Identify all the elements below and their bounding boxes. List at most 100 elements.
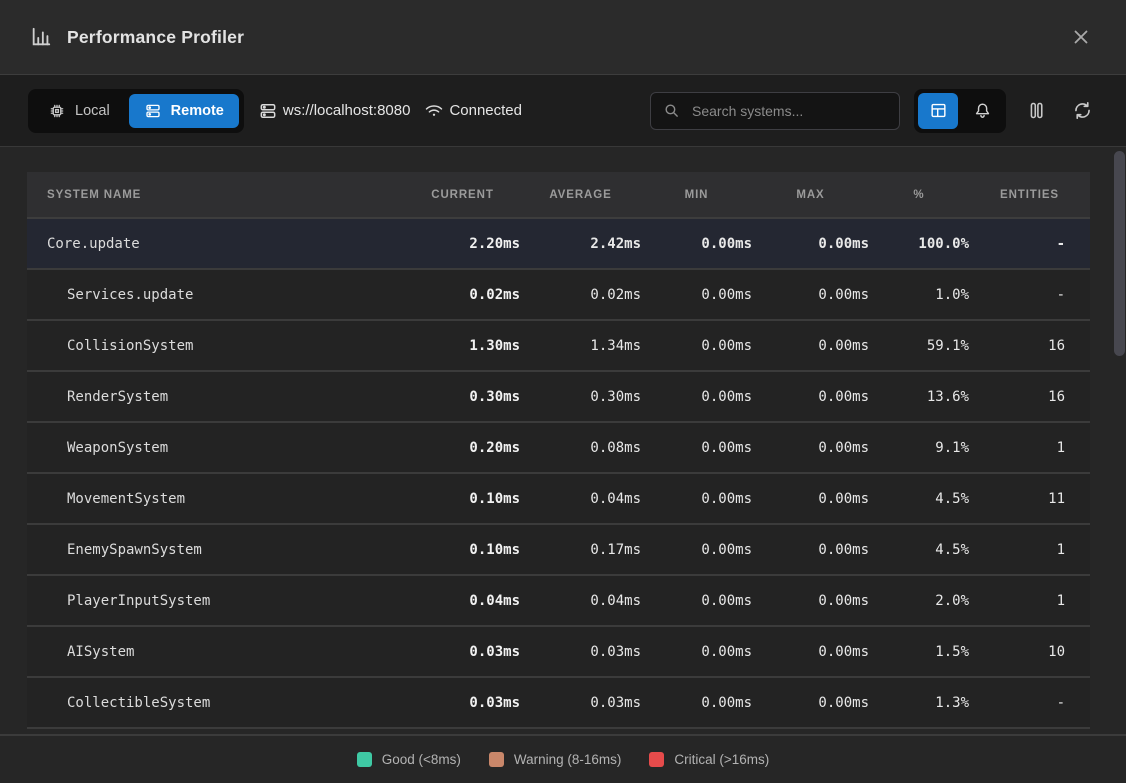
table-view-button[interactable] [918,93,958,129]
refresh-icon [1072,100,1093,121]
cell-min: 0.00ms [641,491,752,507]
pause-icon [1026,100,1047,121]
cell-percent: 59.1% [869,338,969,354]
cell-max: 0.00ms [752,287,869,303]
column-header-max: MAX [752,189,869,201]
cell-max: 0.00ms [752,338,869,354]
table-row[interactable]: Core.update 2.20ms 2.42ms 0.00ms 0.00ms … [27,219,1090,270]
table-body: Core.update 2.20ms 2.42ms 0.00ms 0.00ms … [27,219,1090,729]
cell-system-name: AISystem [27,644,405,660]
cell-system-name: PlayerInputSystem [27,593,405,609]
cell-min: 0.00ms [641,287,752,303]
wifi-icon [424,101,444,121]
table-header-row: SYSTEM NAME CURRENT AVERAGE MIN MAX % EN… [27,172,1090,219]
cell-percent: 9.1% [869,440,969,456]
cell-average: 0.08ms [520,440,641,456]
bell-icon [973,101,992,120]
cell-system-name: Core.update [27,236,405,252]
cell-average: 1.34ms [520,338,641,354]
cell-entities: 16 [969,338,1090,354]
cell-entities: 16 [969,389,1090,405]
performance-profiler-window: Performance Profiler Local [0,0,1126,783]
cell-current: 0.02ms [405,287,520,303]
legend-color-swatch [489,752,504,767]
cell-current: 0.10ms [405,542,520,558]
local-mode-label: Local [75,103,110,119]
cell-min: 0.00ms [641,338,752,354]
cell-current: 0.03ms [405,644,520,660]
cell-min: 0.00ms [641,236,752,252]
cell-system-name: Services.update [27,287,405,303]
close-button[interactable] [1066,22,1096,52]
cell-max: 0.00ms [752,644,869,660]
cell-entities: - [969,695,1090,711]
cell-entities: - [969,287,1090,303]
close-icon [1070,26,1092,48]
cell-system-name: WeaponSystem [27,440,405,456]
connection-status-label: Connected [449,102,522,119]
legend-color-swatch [357,752,372,767]
cell-average: 0.03ms [520,644,641,660]
table-layout-icon [929,101,948,120]
cell-system-name: EnemySpawnSystem [27,542,405,558]
vertical-scrollbar[interactable] [1114,149,1125,733]
table-row[interactable]: PlayerInputSystem 0.04ms 0.04ms 0.00ms 0… [27,576,1090,627]
remote-mode-button[interactable]: Remote [129,94,239,128]
cell-current: 1.30ms [405,338,520,354]
column-header-average: AVERAGE [520,189,641,201]
legend-item: Warning (8-16ms) [489,752,622,767]
cell-current: 0.03ms [405,695,520,711]
local-mode-button[interactable]: Local [33,94,125,128]
cell-min: 0.00ms [641,389,752,405]
column-header-entities: ENTITIES [969,189,1090,201]
cell-entities: 11 [969,491,1090,507]
alerts-button[interactable] [962,93,1002,129]
cell-current: 0.04ms [405,593,520,609]
mode-switch: Local Remote [28,89,244,133]
scrollbar-thumb[interactable] [1114,151,1125,356]
legend-bar: Good (<8ms) Warning (8-16ms) Critical (>… [0,734,1126,783]
column-header-min: MIN [641,189,752,201]
table-row[interactable]: EnemySpawnSystem 0.10ms 0.17ms 0.00ms 0.… [27,525,1090,576]
table-row[interactable]: MovementSystem 0.10ms 0.04ms 0.00ms 0.00… [27,474,1090,525]
cell-max: 0.00ms [752,695,869,711]
table-row[interactable]: WeaponSystem 0.20ms 0.08ms 0.00ms 0.00ms… [27,423,1090,474]
column-header-percent: % [869,189,969,201]
title-bar: Performance Profiler [0,0,1126,75]
cell-system-name: CollisionSystem [27,338,405,354]
cell-system-name: MovementSystem [27,491,405,507]
cell-current: 0.30ms [405,389,520,405]
refresh-button[interactable] [1066,95,1098,127]
toolbar: Local Remote [0,75,1126,147]
cell-min: 0.00ms [641,695,752,711]
cell-min: 0.00ms [641,440,752,456]
cpu-chip-icon [48,102,66,120]
cell-entities: 1 [969,440,1090,456]
search-input[interactable] [690,102,887,120]
cell-percent: 1.3% [869,695,969,711]
server-icon [258,101,278,121]
table-row[interactable]: RenderSystem 0.30ms 0.30ms 0.00ms 0.00ms… [27,372,1090,423]
legend-color-swatch [649,752,664,767]
cell-min: 0.00ms [641,542,752,558]
cell-entities: 1 [969,593,1090,609]
legend-item: Critical (>16ms) [649,752,769,767]
cell-percent: 100.0% [869,236,969,252]
table-row[interactable]: CollisionSystem 1.30ms 1.34ms 0.00ms 0.0… [27,321,1090,372]
cell-percent: 1.5% [869,644,969,660]
cell-max: 0.00ms [752,491,869,507]
table-row[interactable]: Services.update 0.02ms 0.02ms 0.00ms 0.0… [27,270,1090,321]
cell-percent: 2.0% [869,593,969,609]
bar-chart-icon [30,26,52,48]
cell-min: 0.00ms [641,593,752,609]
view-toggle-group [914,89,1006,133]
page-title: Performance Profiler [67,27,244,48]
cell-system-name: CollectibleSystem [27,695,405,711]
cell-entities: 1 [969,542,1090,558]
cell-max: 0.00ms [752,440,869,456]
table-row[interactable]: AISystem 0.03ms 0.03ms 0.00ms 0.00ms 1.5… [27,627,1090,678]
cell-max: 0.00ms [752,389,869,405]
pause-button[interactable] [1020,95,1052,127]
cell-average: 2.42ms [520,236,641,252]
table-row[interactable]: CollectibleSystem 0.03ms 0.03ms 0.00ms 0… [27,678,1090,729]
